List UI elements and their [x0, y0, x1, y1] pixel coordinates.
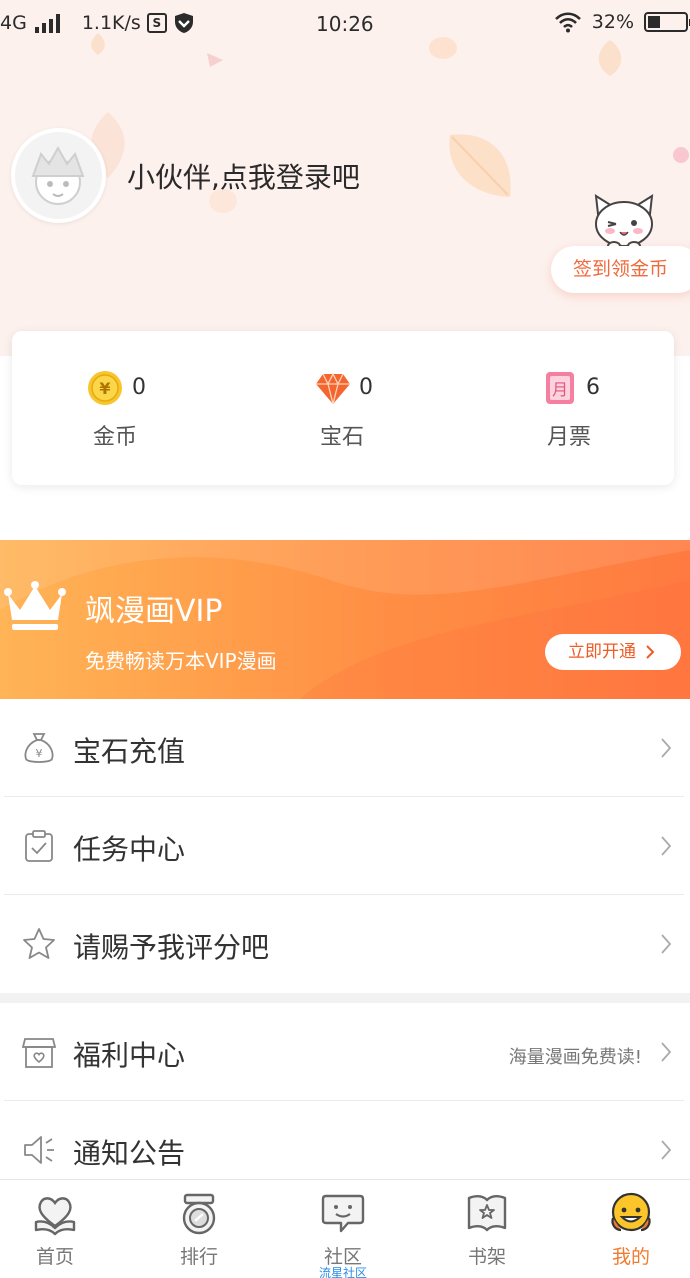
menu-item-label: 通知公告	[73, 1137, 186, 1170]
vip-subtitle: 免费畅读万本VIP漫画	[85, 649, 277, 673]
wallet-monthly-tickets[interactable]: 月 6 月票	[452, 331, 672, 485]
wifi-icon	[554, 12, 581, 33]
speaker-icon	[24, 1136, 54, 1164]
clipboard-check-icon	[25, 830, 53, 862]
chat-bubble-icon	[321, 1194, 365, 1233]
menu-item-label: 请赐予我评分吧	[73, 931, 270, 964]
star-icon	[23, 928, 55, 959]
tab-sublabel: 流星社区	[318, 1266, 367, 1278]
crown-icon	[4, 581, 66, 630]
tab-ranking[interactable]: 排行	[130, 1180, 268, 1278]
wallet-coins[interactable]: ¥ 0 金币	[12, 331, 232, 485]
section-gap	[0, 993, 690, 1003]
chevron-right-icon	[661, 836, 672, 856]
avatar[interactable]	[11, 128, 106, 223]
chevron-right-icon	[646, 645, 655, 659]
chevron-right-icon	[661, 738, 672, 758]
coin-icon: ¥	[88, 371, 122, 405]
bottom-navigation: 首页 排行 社区 流星社区 书架 我的	[0, 1179, 690, 1278]
tab-label: 首页	[35, 1246, 74, 1268]
battery-percent: 32%	[591, 11, 634, 33]
status-bar: 4G 1.1K/s S 10:26 32%	[0, 0, 690, 50]
vip-subscribe-label: 立即开通	[568, 642, 636, 662]
tab-label: 排行	[179, 1246, 218, 1268]
tab-mine[interactable]: 我的	[562, 1180, 690, 1278]
sim-icon: S	[146, 13, 167, 33]
coins-label: 金币	[93, 425, 138, 450]
tab-bookshelf[interactable]: 书架	[418, 1180, 556, 1278]
login-prompt[interactable]: 小伙伴,点我登录吧	[127, 156, 360, 196]
dot-decoration-icon	[673, 147, 689, 163]
menu-item-label: 福利中心	[73, 1039, 186, 1072]
signal-icon	[34, 13, 60, 33]
leaf-decoration-icon	[449, 134, 511, 197]
tab-label: 我的	[611, 1246, 650, 1268]
smiley-icon	[611, 1192, 651, 1232]
menu-item-task-center[interactable]: 任务中心	[0, 797, 690, 895]
menu-item-rate-us[interactable]: 请赐予我评分吧	[0, 895, 690, 993]
svg-text:月: 月	[552, 380, 568, 399]
gems-label: 宝石	[320, 425, 365, 450]
menu-item-label: 任务中心	[73, 833, 186, 866]
menu-item-welfare-center[interactable]: 福利中心 海量漫画免费读!	[0, 1003, 690, 1101]
menu-item-gem-recharge[interactable]: ¥ 宝石充值	[0, 699, 690, 797]
clock: 10:26	[316, 12, 374, 36]
menu-item-announcements[interactable]: 通知公告	[0, 1101, 690, 1179]
wallet-card: ¥ 0 金币 0 宝石 月 6 月票	[12, 331, 674, 485]
gems-value: 0	[359, 375, 373, 400]
vip-title: 飒漫画VIP	[85, 594, 223, 629]
network-type: 4G	[0, 12, 27, 34]
money-bag-icon: ¥	[24, 733, 54, 763]
tab-community[interactable]: 社区 流星社区	[274, 1180, 412, 1278]
tickets-value: 6	[586, 375, 600, 400]
cat-mascot-icon	[594, 194, 654, 251]
bookshelf-icon	[467, 1195, 507, 1232]
wallet-gems[interactable]: 0 宝石	[232, 331, 452, 485]
svg-text:¥: ¥	[99, 379, 110, 398]
coins-value: 0	[132, 375, 146, 400]
checkin-button[interactable]: 签到领金币	[551, 246, 690, 293]
triangle-decoration-icon	[207, 53, 223, 67]
default-avatar-icon	[31, 145, 85, 205]
medal-icon	[182, 1193, 216, 1235]
network-speed: 1.1K/s	[81, 12, 141, 34]
shield-icon	[174, 13, 193, 33]
welfare-hint: 海量漫画免费读!	[508, 1047, 642, 1068]
menu-item-label: 宝石充值	[73, 735, 186, 768]
tab-label: 书架	[467, 1246, 506, 1268]
chevron-right-icon	[661, 1042, 672, 1062]
tickets-label: 月票	[547, 425, 592, 450]
chevron-right-icon	[661, 934, 672, 954]
heart-book-icon	[34, 1197, 76, 1236]
battery-icon	[644, 12, 690, 32]
vip-subscribe-button[interactable]: 立即开通	[545, 634, 681, 670]
gem-icon	[316, 372, 350, 405]
tab-home[interactable]: 首页	[0, 1180, 124, 1278]
gift-shop-icon	[22, 1038, 56, 1068]
svg-text:¥: ¥	[36, 747, 43, 760]
chevron-right-icon	[661, 1140, 672, 1160]
monthly-ticket-icon: 月	[546, 372, 574, 404]
